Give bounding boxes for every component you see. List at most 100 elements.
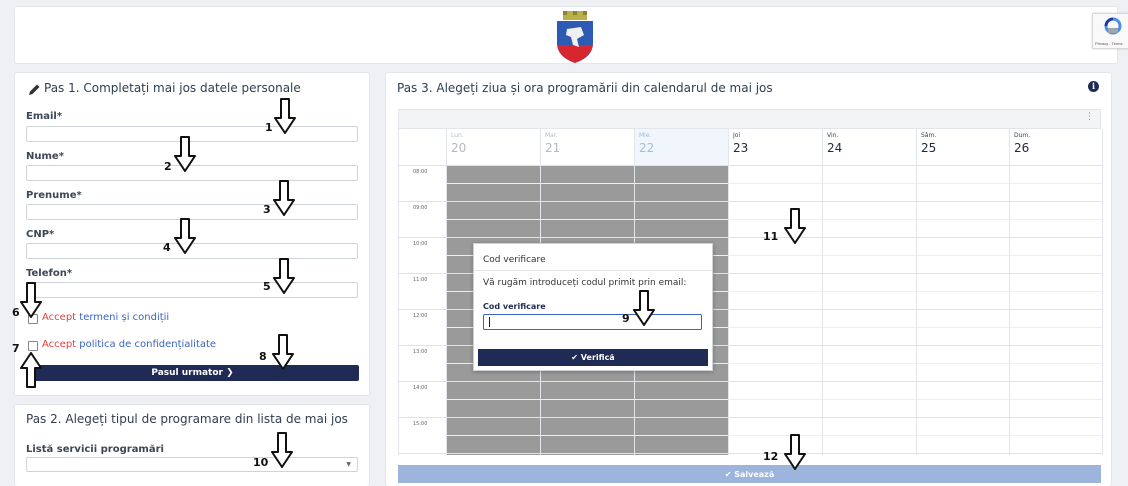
service-list-label: Listă servicii programări	[26, 444, 164, 455]
grid-line	[399, 165, 1102, 166]
step1-title: Pas 1. Completați mai jos datele persona…	[44, 81, 301, 95]
time-label: 10:00	[413, 241, 428, 247]
cnp-label: CNP*	[26, 229, 55, 240]
annotation-number: 12	[763, 450, 779, 463]
annotation-arrow-down-icon	[784, 434, 806, 470]
annotation-arrow-up-icon	[20, 352, 42, 388]
step2-service-card: Pas 2. Alegeți tipul de programare din l…	[14, 404, 370, 486]
grid-column-line	[446, 165, 447, 455]
grid-column-line	[728, 165, 729, 455]
annotation-number: 8	[259, 350, 267, 363]
prenume-label: Prenume*	[26, 190, 82, 201]
annotation-number: 10	[253, 456, 269, 469]
recaptcha-badge[interactable]: Privacy - Terms	[1092, 13, 1128, 49]
telefon-input[interactable]	[26, 282, 358, 298]
day-number: 20	[451, 141, 467, 155]
privacy-accept-text: Accept	[42, 339, 77, 350]
day-header-thu: Joi 23	[728, 129, 822, 165]
day-header-sat: Sâm. 25	[916, 129, 1009, 165]
save-button[interactable]: ✔ Salvează	[398, 465, 1101, 483]
day-header-sun: Dum. 26	[1009, 129, 1102, 165]
page-header: Privacy - Terms	[14, 6, 1128, 64]
verification-code-input[interactable]	[483, 314, 702, 330]
day-header-mon: Lun. 20	[446, 129, 540, 165]
annotation-arrow-down-icon	[271, 432, 293, 468]
day-name: Sâm.	[921, 132, 937, 139]
annotation-arrow-down-icon	[784, 208, 806, 244]
grid-line	[446, 183, 1102, 184]
grid-column-line	[1009, 165, 1010, 455]
time-label: 13:00	[413, 349, 428, 355]
grid-column-line	[822, 165, 823, 455]
day-number: 26	[1014, 141, 1030, 155]
privacy-link[interactable]: politica de confidențialitate	[79, 339, 216, 350]
verification-code-label: Cod verificare	[483, 302, 546, 311]
annotation-arrow-down-icon	[174, 218, 196, 254]
annotation-arrow-down-icon	[20, 282, 42, 318]
terms-link[interactable]: termeni și condiții	[79, 312, 169, 323]
annotation-arrow-down-icon	[633, 290, 655, 326]
annotation-number: 6	[12, 306, 20, 319]
telefon-label: Telefon*	[26, 268, 73, 279]
day-name: Vin.	[827, 132, 839, 139]
modal-message: Vă rugăm introduceți codul primit prin e…	[483, 278, 687, 288]
annotation-number: 1	[265, 121, 273, 134]
annotation-arrow-down-icon	[274, 98, 296, 134]
day-header-fri: Vin. 24	[822, 129, 916, 165]
day-name: Lun.	[451, 132, 464, 139]
time-label: 09:00	[413, 205, 428, 211]
grid-line	[446, 219, 1102, 220]
day-number: 22	[639, 141, 655, 155]
annotation-number: 9	[622, 312, 630, 325]
day-number: 23	[733, 141, 749, 155]
time-label: 15:00	[413, 421, 428, 427]
text-caret	[489, 317, 490, 327]
time-label: 11:00	[413, 277, 428, 283]
chevron-down-icon: ▼	[346, 461, 351, 468]
privacy-label: Accept politica de confidențialitate	[42, 339, 216, 350]
grid-line	[399, 381, 1102, 382]
recaptcha-privacy-terms[interactable]: Privacy - Terms	[1095, 41, 1122, 46]
day-number: 21	[545, 141, 561, 155]
modal-title: Cod verificare	[483, 255, 546, 265]
annotation-arrow-down-icon	[272, 334, 294, 370]
city-crest-logo	[557, 11, 593, 63]
day-header-wed: Mie. 22	[634, 129, 728, 165]
time-label: 08:00	[413, 169, 428, 175]
day-number: 24	[827, 141, 843, 155]
terms-label: Accept termeni și condiții	[42, 312, 169, 323]
time-label: 12:00	[413, 313, 428, 319]
info-icon[interactable]: i	[1088, 81, 1099, 92]
privacy-checkbox[interactable]	[28, 341, 38, 351]
annotation-number: 4	[163, 241, 171, 254]
step2-title: Pas 2. Alegeți tipul de programare din l…	[26, 412, 348, 426]
day-name: Dum.	[1014, 132, 1031, 139]
day-name: Joi	[733, 132, 741, 139]
grid-line	[446, 399, 1102, 400]
verification-code-modal: Cod verificare Vă rugăm introduceți codu…	[473, 243, 713, 371]
grid-line	[446, 435, 1102, 436]
day-name: Mar.	[545, 132, 558, 139]
nume-label: Nume*	[26, 151, 64, 162]
next-step-button[interactable]: Pasul urmator ❯	[26, 365, 359, 381]
grid-line	[399, 237, 1102, 238]
annotation-number: 2	[164, 160, 172, 173]
email-label: Email*	[26, 111, 63, 122]
service-select[interactable]: ▼	[26, 457, 358, 472]
grid-line	[399, 201, 1102, 202]
step3-title: Pas 3. Alegeți ziua și ora programării d…	[397, 81, 773, 95]
grid-line	[399, 417, 1102, 418]
day-number: 25	[921, 141, 937, 155]
annotation-number: 5	[263, 280, 271, 293]
annotation-arrow-down-icon	[273, 258, 295, 294]
grid-column-line	[916, 165, 917, 455]
annotation-arrow-down-icon	[174, 136, 196, 172]
recaptcha-icon	[1104, 17, 1122, 35]
kebab-menu-icon[interactable]: ⋮	[1085, 112, 1094, 122]
annotation-arrow-down-icon	[273, 180, 295, 216]
time-label: 14:00	[413, 385, 428, 391]
grid-line	[399, 453, 1102, 454]
verify-button[interactable]: ✔ Verifică	[478, 349, 708, 366]
day-name: Mie.	[639, 132, 652, 139]
day-header-tue: Mar. 21	[540, 129, 634, 165]
